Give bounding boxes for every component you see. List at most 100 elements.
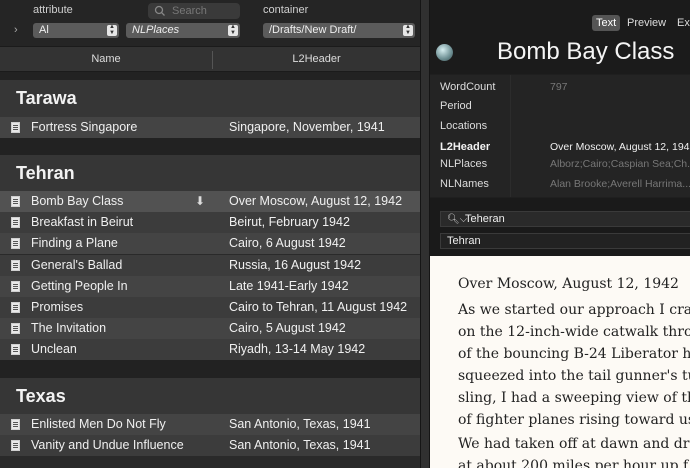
attribute-value[interactable]: Alborz;Cairo;Caspian Sea;Ch...	[550, 158, 690, 170]
row-l2header: Cairo, 6 August 1942	[229, 236, 346, 251]
attribute-popup-value: Al	[39, 24, 49, 36]
row-name: General's Ballad	[31, 257, 123, 272]
row-l2header: Russia, 16 August 1942	[229, 257, 362, 272]
text-pane-header: Text Preview Exp Bomb Bay Class	[430, 0, 690, 74]
row-l2header: Riyadh, 13-14 May 1942	[229, 342, 366, 357]
attribute-name-value: NLPlaces	[132, 24, 180, 36]
document-icon	[11, 440, 20, 452]
attribute-key: WordCount	[440, 81, 496, 93]
row-name: Fortress Singapore	[31, 120, 138, 134]
outline-row[interactable]: Finding a Plane Cairo, 6 August 1942	[0, 233, 420, 255]
document-line: Over Moscow, August 12, 1942	[458, 276, 679, 292]
query-bar: attribute Search container › Al ▲ ▼ NLPla…	[0, 0, 420, 46]
attribute-key: L2Header	[440, 141, 491, 153]
attribute-popup[interactable]: Al ▲ ▼	[33, 23, 119, 38]
find-area: 🔍︎⌵ Teheran Tehran	[430, 198, 690, 256]
column-l2header-header[interactable]: L2Header	[213, 53, 420, 65]
document-icon	[11, 238, 20, 250]
row-l2header: Singapore, November, 1941	[229, 120, 385, 134]
row-l2header: Over Moscow, August 12, 1942	[229, 194, 403, 208]
document-line: on the 12-inch-wide catwalk thro	[458, 324, 690, 340]
group-title: Tarawa	[16, 88, 77, 108]
document-icon	[11, 419, 20, 430]
group-gap	[0, 72, 420, 80]
row-name: Bomb Bay Class	[31, 194, 124, 208]
attribute-key: NLNames	[440, 178, 489, 190]
row-l2header: San Antonio, Texas, 1941	[229, 438, 371, 453]
container-popup-value: /Drafts/New Draft/	[269, 24, 357, 36]
attribute-value[interactable]: 797	[550, 81, 568, 93]
row-name: Promises	[31, 300, 84, 314]
outline-row[interactable]: Vanity and Undue Influence San Antonio, T…	[0, 435, 420, 457]
document-icon	[11, 259, 20, 271]
result-field[interactable]: Tehran	[440, 233, 690, 249]
split-view-divider[interactable]	[420, 0, 430, 468]
outline-row[interactable]: Unclean Riyadh, 13-14 May 1942	[0, 339, 420, 361]
disclosure-chevron-icon[interactable]: ›	[14, 24, 18, 36]
attribute-key: Locations	[440, 120, 488, 132]
row-name: Enlisted Men Do Not Fly	[31, 417, 166, 431]
document-icon	[11, 344, 20, 356]
download-arrow-icon[interactable]: ⬇	[195, 194, 205, 208]
column-header: Name L2Header	[0, 46, 420, 72]
attribute-name-popup[interactable]: NLPlaces ▲ ▼	[126, 23, 240, 38]
document-line: As we started our approach I cra	[458, 302, 690, 318]
outline-row[interactable]: Enlisted Men Do Not Fly San Antonio, Texa…	[0, 414, 420, 435]
outline-row[interactable]: Fortress Singapore Singapore, November, 1…	[0, 117, 420, 138]
result-field-value: Tehran	[447, 235, 481, 247]
outline-row[interactable]: Getting People In Late 1941-Early 1942	[0, 275, 420, 297]
row-name: Unclean	[31, 342, 77, 357]
document-line: squeezed into the tail gunner's tu	[458, 368, 690, 384]
row-l2header: Late 1941-Early 1942	[229, 278, 349, 293]
outline-row[interactable]: Promises Cairo to Tehran, 11 August 1942	[0, 297, 420, 318]
search-icon	[154, 5, 165, 16]
outline-row[interactable]: The Invitation Cairo, 5 August 1942	[0, 318, 420, 340]
group-header[interactable]: Tehran	[0, 155, 420, 193]
document-text[interactable]: Over Moscow, August 12, 1942 As we starte…	[430, 256, 690, 468]
group-gap	[0, 138, 420, 155]
document-icon	[11, 122, 20, 133]
container-popup[interactable]: /Drafts/New Draft/ ▲ ▼	[263, 23, 415, 38]
tab-text[interactable]: Text	[592, 15, 621, 31]
container-label: container	[263, 4, 309, 16]
popup-arrows-icon: ▲ ▼	[228, 24, 238, 36]
row-name: Finding a Plane	[31, 236, 118, 251]
document-line: at about 200 miles per hour up f	[458, 458, 689, 468]
group-gap	[0, 360, 420, 378]
document-line: We had taken off at dawn and dr	[458, 436, 690, 452]
attribute-value[interactable]: Over Moscow, August 12, 1942	[550, 141, 690, 153]
outline-row[interactable]: Bomb Bay Class ⬇ Over Moscow, August 12, 1…	[0, 191, 420, 212]
attribute-value[interactable]: Alan Brooke;Averell Harrima...	[550, 178, 690, 190]
attribute-label: attribute	[33, 4, 73, 16]
document-icon	[11, 302, 20, 313]
document-icon	[11, 280, 20, 292]
document-icon	[11, 196, 20, 207]
group-header[interactable]: Tarawa	[0, 80, 420, 118]
document-line: of fighter planes rising toward us	[458, 412, 690, 428]
row-l2header: Beirut, February 1942	[229, 215, 350, 230]
find-field[interactable]: 🔍︎⌵ Teheran	[440, 211, 690, 227]
search-field[interactable]: Search	[148, 3, 240, 19]
outline-pane: attribute Search container › Al ▲ ▼ NLPla…	[0, 0, 420, 468]
row-l2header: Cairo to Tehran, 11 August 1942	[229, 300, 408, 314]
note-color-icon[interactable]	[436, 44, 453, 61]
outline-row[interactable]: Breakfast in Beirut Beirut, February 1942	[0, 212, 420, 234]
group-header[interactable]: Texas	[0, 378, 420, 416]
row-l2header: San Antonio, Texas, 1941	[229, 417, 371, 431]
row-l2header: Cairo, 5 August 1942	[229, 321, 346, 336]
tab-preview[interactable]: Preview	[623, 15, 670, 31]
find-field-value: Teheran	[465, 213, 505, 225]
popup-arrows-icon: ▲ ▼	[403, 24, 413, 36]
group-title: Tehran	[16, 163, 75, 183]
attribute-key: NLPlaces	[440, 158, 488, 170]
document-icon	[11, 217, 20, 229]
text-pane: Text Preview Exp Bomb Bay Class WordCoun…	[430, 0, 690, 468]
outline-row[interactable]: General's Ballad Russia, 16 August 1942	[0, 254, 420, 276]
row-name: The Invitation	[31, 321, 107, 336]
document-line: of the bouncing B-24 Liberator h	[458, 346, 690, 362]
tab-export[interactable]: Exp	[673, 15, 690, 31]
column-name-header[interactable]: Name	[0, 53, 212, 65]
row-name: Getting People In	[31, 278, 128, 293]
note-title[interactable]: Bomb Bay Class	[497, 38, 674, 66]
row-name: Breakfast in Beirut	[31, 215, 134, 230]
